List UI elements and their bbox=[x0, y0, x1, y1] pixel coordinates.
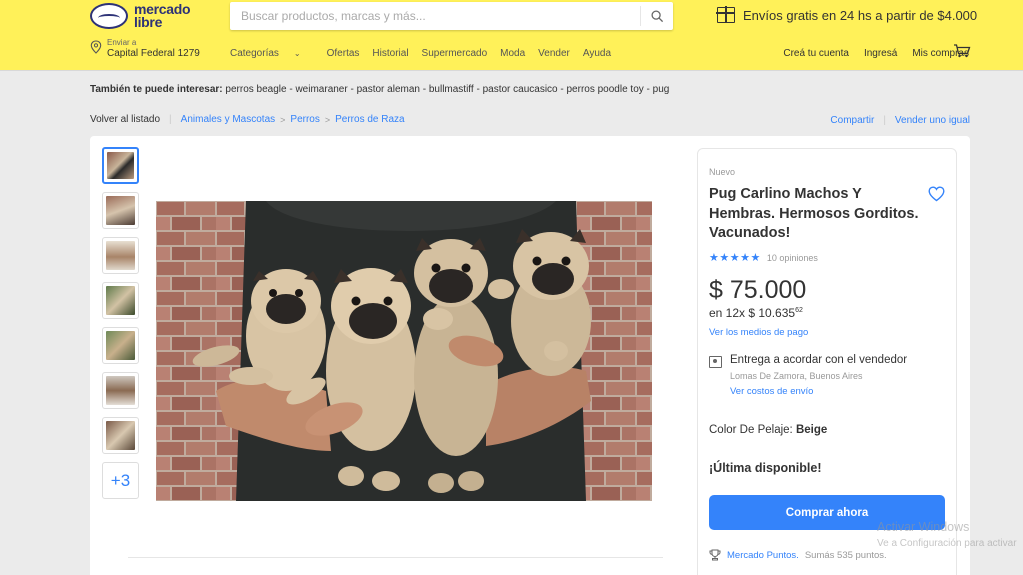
handshake-icon bbox=[90, 3, 128, 29]
star-rating-icons: ★★★★★ bbox=[709, 252, 761, 264]
watermark-line-1: Activar Windows bbox=[877, 520, 970, 534]
shipping-title: Entrega a acordar con el vendedor bbox=[730, 354, 908, 366]
related-links[interactable]: perros beagle - weimaraner - pastor alem… bbox=[225, 84, 669, 95]
color-label: Color De Pelaje: bbox=[709, 424, 793, 436]
shipping-promo[interactable]: Envíos gratis en 24 hs a partir de $4.00… bbox=[716, 6, 978, 23]
thumbnail-image bbox=[107, 152, 134, 179]
nav-moda[interactable]: Moda bbox=[500, 48, 525, 59]
points-text: Sumás 535 puntos. bbox=[804, 549, 887, 561]
location-label: Enviar a bbox=[107, 38, 137, 47]
nav-label: Categorías bbox=[230, 48, 279, 59]
chevron-down-icon: ⌄ bbox=[293, 49, 301, 58]
thumbnail-image bbox=[106, 421, 135, 450]
rating[interactable]: ★★★★★ 10 opiniones bbox=[709, 251, 818, 264]
pug-puppies-illustration bbox=[156, 201, 652, 501]
nav-categorias[interactable]: Categorías ⌄ bbox=[230, 48, 314, 59]
logo[interactable]: mercado libre bbox=[90, 2, 191, 30]
search-button[interactable] bbox=[640, 6, 673, 26]
thumbnail-list: +3 bbox=[102, 147, 139, 499]
related-label: También te puede interesar: bbox=[90, 84, 223, 95]
installments-text: en 12x $ 10.635 bbox=[709, 306, 796, 320]
chevron-right-icon: > bbox=[324, 114, 331, 125]
breadcrumb-item-animales[interactable]: Animales y Mascotas bbox=[181, 114, 275, 125]
location-value: Capital Federal 1279 bbox=[107, 48, 200, 59]
windows-activation-watermark: Activar Windows Ve a Configuración para … bbox=[877, 520, 1017, 549]
color-attribute: Color De Pelaje: Beige bbox=[709, 424, 827, 436]
installments: en 12x $ 10.63562 bbox=[709, 306, 803, 320]
user-nav: Creá tu cuenta Ingresá Mis compras bbox=[783, 48, 969, 59]
payment-methods-link[interactable]: Ver los medios de pago bbox=[709, 327, 808, 338]
heart-icon[interactable] bbox=[928, 186, 945, 202]
cart-icon[interactable] bbox=[953, 44, 971, 58]
nav-supermercado[interactable]: Supermercado bbox=[422, 48, 488, 59]
thumbnail[interactable] bbox=[102, 192, 139, 229]
location-pin-icon bbox=[90, 40, 102, 54]
search-box bbox=[230, 2, 673, 30]
color-value: Beige bbox=[795, 424, 828, 436]
thumbnail[interactable] bbox=[102, 417, 139, 454]
chevron-right-icon: > bbox=[280, 114, 286, 125]
related-searches: También te puede interesar: perros beagl… bbox=[90, 84, 669, 95]
thumbnail-image bbox=[106, 286, 135, 315]
breadcrumb-item-perros-de-raza[interactable]: Perros de Raza bbox=[335, 114, 404, 125]
nav-ofertas[interactable]: Ofertas bbox=[327, 48, 360, 59]
nav-historial[interactable]: Historial bbox=[372, 48, 408, 59]
contact-card-icon bbox=[709, 356, 722, 368]
thumbnail-image bbox=[106, 196, 135, 225]
thumbnail[interactable] bbox=[102, 372, 139, 409]
loyalty-points: Mercado Puntos. Sumás 535 puntos. bbox=[709, 549, 887, 561]
search-input[interactable] bbox=[230, 2, 630, 30]
promo-text: Envíos gratis en 24 hs a partir de $4.00… bbox=[743, 7, 978, 23]
separator: | bbox=[169, 114, 172, 125]
reviews-count: 10 opiniones bbox=[766, 252, 818, 263]
watermark-line-2: Ve a Configuración para activar bbox=[877, 538, 1017, 549]
sell-similar-link[interactable]: Vender uno igual bbox=[895, 115, 970, 126]
nav-vender[interactable]: Vender bbox=[538, 48, 570, 59]
thumbnail[interactable] bbox=[102, 327, 139, 364]
logo-text: mercado libre bbox=[134, 2, 191, 30]
thumbnail[interactable] bbox=[102, 237, 139, 274]
login-link[interactable]: Ingresá bbox=[864, 48, 897, 59]
breadcrumb: Volver al listado | Animales y Mascotas … bbox=[90, 114, 405, 125]
points-link[interactable]: Mercado Puntos. bbox=[727, 550, 799, 561]
location-selector[interactable]: Enviar a Capital Federal 1279 bbox=[90, 38, 200, 60]
product-condition: Nuevo bbox=[709, 167, 736, 177]
more-photos-button[interactable]: +3 bbox=[102, 462, 139, 499]
trophy-icon bbox=[709, 549, 721, 561]
shipping-info: Entrega a acordar con el vendedor Lomas … bbox=[709, 354, 907, 397]
separator: | bbox=[883, 115, 886, 126]
thumbnail-image bbox=[106, 241, 135, 270]
thumbnail-image bbox=[106, 376, 135, 405]
nav-ayuda[interactable]: Ayuda bbox=[583, 48, 611, 59]
thumbnail[interactable] bbox=[102, 282, 139, 319]
main-nav: Categorías ⌄ Ofertas Historial Supermerca… bbox=[230, 48, 624, 59]
stock-status: ¡Última disponible! bbox=[709, 461, 822, 475]
logo-line-2: libre bbox=[134, 14, 163, 30]
share-actions: Compartir | Vender uno igual bbox=[830, 115, 970, 126]
gift-icon bbox=[716, 6, 735, 23]
search-icon bbox=[650, 9, 663, 22]
create-account-link[interactable]: Creá tu cuenta bbox=[783, 48, 849, 59]
thumbnail-image bbox=[106, 331, 135, 360]
product-main-image[interactable] bbox=[156, 201, 652, 501]
breadcrumb-item-perros[interactable]: Perros bbox=[290, 114, 319, 125]
shipping-location: Lomas De Zamora, Buenos Aires bbox=[730, 371, 863, 381]
thumbnail[interactable] bbox=[102, 147, 139, 184]
installments-cents: 62 bbox=[795, 307, 803, 314]
shipping-costs-link[interactable]: Ver costos de envío bbox=[730, 386, 907, 397]
header: mercado libre Envíos gratis en 24 hs a p… bbox=[0, 0, 1023, 70]
back-to-list-link[interactable]: Volver al listado bbox=[90, 114, 160, 125]
section-divider bbox=[128, 557, 663, 558]
share-link[interactable]: Compartir bbox=[830, 115, 874, 126]
product-title: Pug Carlino Machos Y Hembras. Hermosos G… bbox=[709, 186, 919, 241]
price: $ 75.000 bbox=[709, 276, 807, 304]
